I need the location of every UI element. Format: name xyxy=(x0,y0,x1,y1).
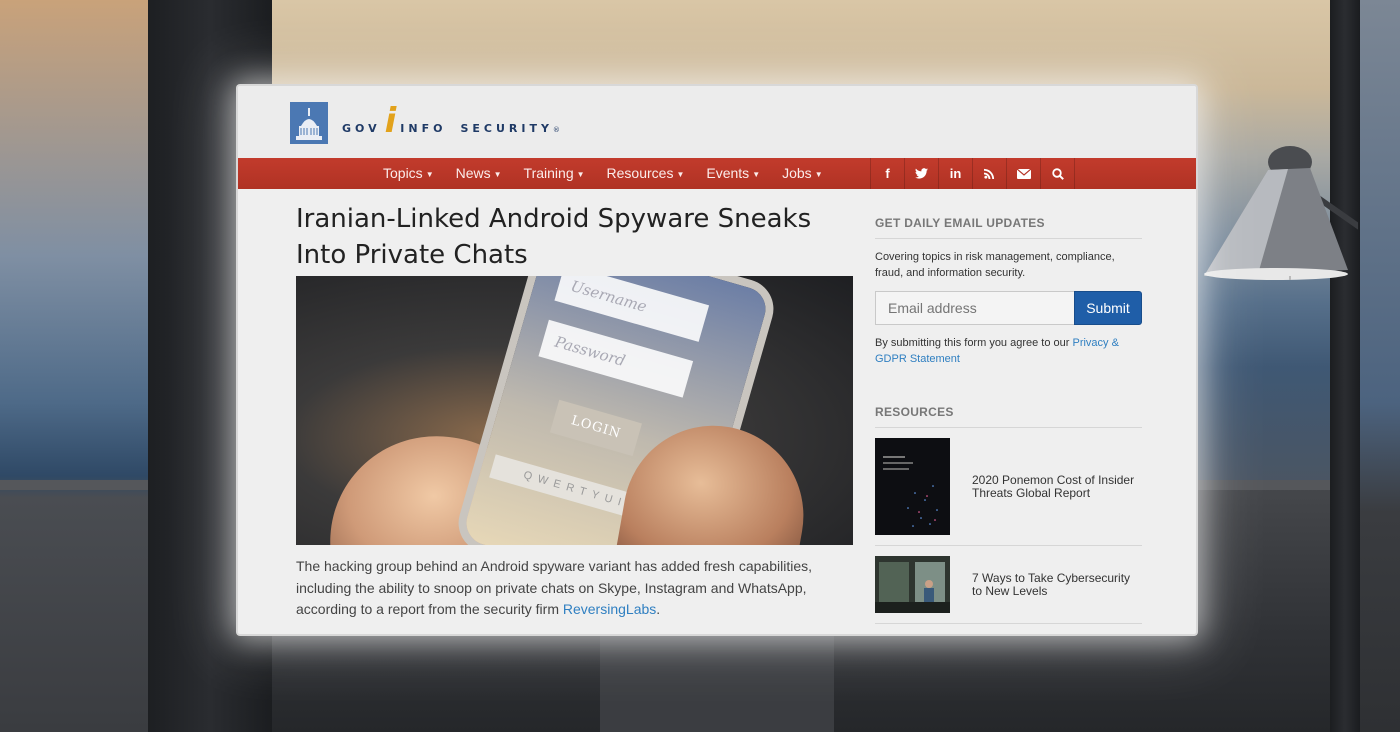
nav-item-events[interactable]: Events ▼ xyxy=(695,158,771,189)
twitter-icon[interactable] xyxy=(904,158,938,189)
logo-text-gov: GOV xyxy=(342,122,381,135)
nav-label: Training xyxy=(523,165,574,181)
email-input[interactable] xyxy=(875,291,1074,325)
capitol-dome-icon xyxy=(290,102,328,144)
site-header: GOV i INFO SECURITY ® xyxy=(238,86,1196,158)
nav-label: News xyxy=(455,165,491,181)
logo-registered-mark: ® xyxy=(552,126,560,134)
report-cover-thumbnail[interactable] xyxy=(875,438,950,535)
caret-down-icon: ▼ xyxy=(752,170,761,179)
search-icon[interactable] xyxy=(1040,158,1075,189)
logo-text-i: i xyxy=(384,101,397,141)
email-signup-form: Submit xyxy=(875,291,1142,325)
resource-title[interactable]: 2020 Ponemon Cost of Insider Threats Glo… xyxy=(972,473,1142,500)
article-lead-text: The hacking group behind an Android spyw… xyxy=(296,558,812,617)
caret-down-icon: ▼ xyxy=(425,170,434,179)
caret-down-icon: ▼ xyxy=(676,170,685,179)
resources-heading: RESOURCES xyxy=(875,405,1142,428)
email-updates-heading: GET DAILY EMAIL UPDATES xyxy=(875,216,1142,239)
nav-label: Events xyxy=(706,165,750,181)
resource-item[interactable]: 2020 Ponemon Cost of Insider Threats Glo… xyxy=(875,428,1142,546)
window-view-right xyxy=(1360,0,1400,732)
logo-text-security: SECURITY xyxy=(460,122,553,135)
monitor-screen: GOV i INFO SECURITY ® Topics ▼ News ▼ Trai… xyxy=(238,86,1196,634)
monitor-stand xyxy=(600,632,834,732)
article-lead-end: . xyxy=(656,601,661,617)
nav-label: Resources xyxy=(606,165,674,181)
envelope-icon[interactable] xyxy=(1006,158,1040,189)
resource-item[interactable]: 7 Ways to Take Cybersecurity to New Leve… xyxy=(875,546,1142,624)
sidebar: GET DAILY EMAIL UPDATES Covering topics … xyxy=(875,216,1142,624)
caret-down-icon: ▼ xyxy=(814,170,823,179)
consent-label: By submitting this form you agree to our xyxy=(875,337,1073,349)
window-view-left xyxy=(0,0,150,732)
article-lead: The hacking group behind an Android spyw… xyxy=(296,556,856,621)
consent-text: By submitting this form you agree to our… xyxy=(875,335,1142,367)
site-logo[interactable]: GOV i INFO SECURITY ® xyxy=(290,102,560,144)
caret-down-icon: ▼ xyxy=(576,170,585,179)
logo-text-info: INFO xyxy=(400,122,447,135)
rss-icon[interactable] xyxy=(972,158,1006,189)
linkedin-icon[interactable]: in xyxy=(938,158,972,189)
nav-label: Topics xyxy=(383,165,423,181)
submit-button[interactable]: Submit xyxy=(1074,291,1142,325)
window-frame-right xyxy=(1330,0,1360,732)
resource-title[interactable]: 7 Ways to Take Cybersecurity to New Leve… xyxy=(972,571,1142,598)
nav-item-jobs[interactable]: Jobs ▼ xyxy=(771,158,834,189)
caret-down-icon: ▼ xyxy=(493,170,502,179)
facebook-icon[interactable]: f xyxy=(870,158,904,189)
desk-lamp-icon xyxy=(1204,146,1358,280)
nav-item-topics[interactable]: Topics ▼ xyxy=(372,158,445,189)
reversinglabs-link[interactable]: ReversingLabs xyxy=(563,601,656,617)
email-blurb: Covering topics in risk management, comp… xyxy=(875,251,1115,279)
article-hero-image[interactable]: Username Password LOGIN QWERTYUIOP xyxy=(296,276,853,545)
article-title[interactable]: Iranian-Linked Android Spyware Sneaks In… xyxy=(296,201,836,273)
main-nav: Topics ▼ News ▼ Training ▼ Resources ▼ Event… xyxy=(238,158,1196,189)
nav-item-news[interactable]: News ▼ xyxy=(445,158,513,189)
nav-label: Jobs xyxy=(782,165,812,181)
phone-login-button: LOGIN xyxy=(549,399,642,457)
office-photo-thumbnail[interactable] xyxy=(875,556,950,613)
nav-item-training[interactable]: Training ▼ xyxy=(513,158,596,189)
nav-item-resources[interactable]: Resources ▼ xyxy=(596,158,696,189)
